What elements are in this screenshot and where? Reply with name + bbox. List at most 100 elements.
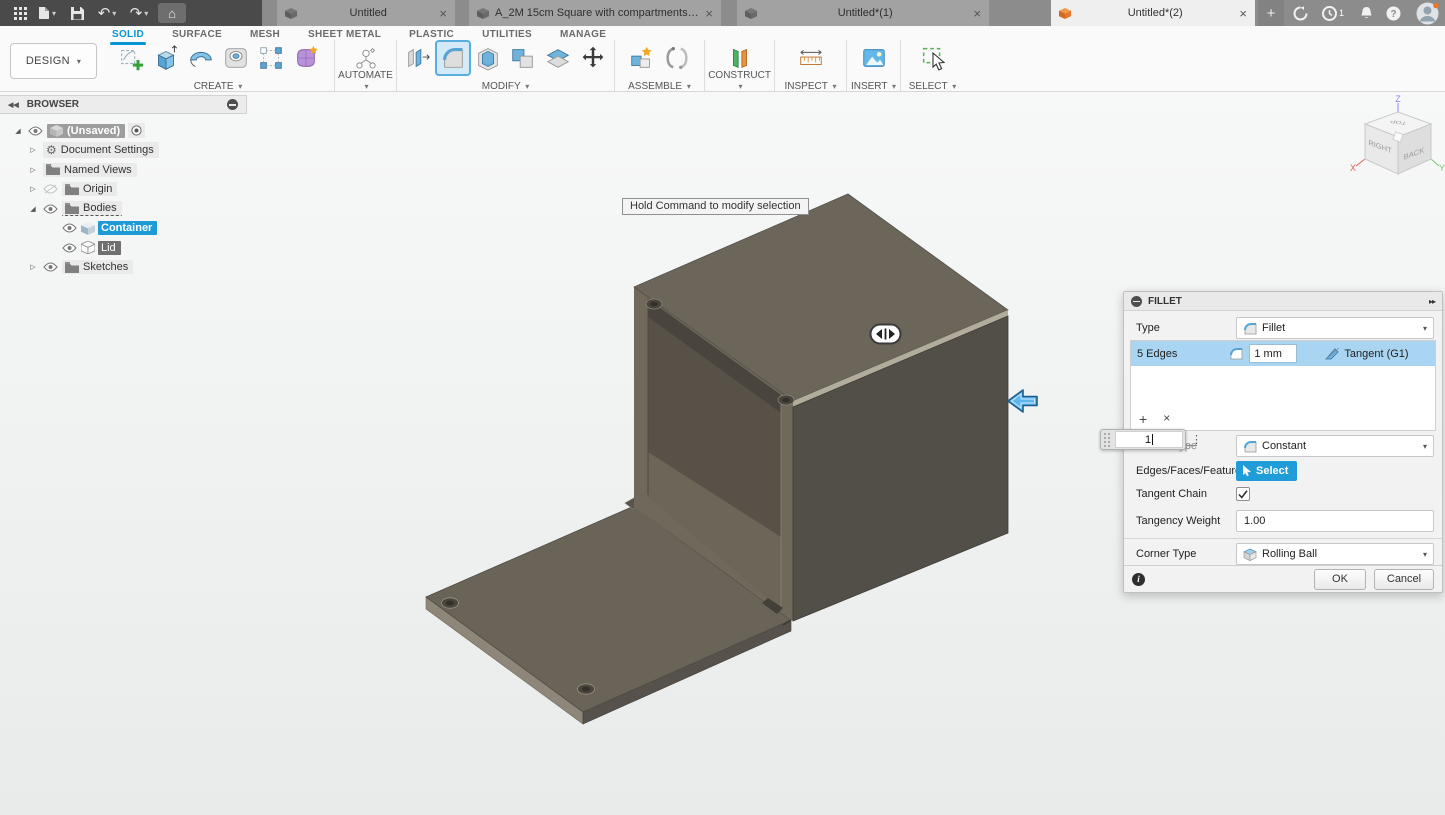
drag-handle-icon[interactable] bbox=[1101, 433, 1113, 447]
group-label-inspect[interactable]: INSPECT ▾ bbox=[775, 81, 846, 92]
ok-button[interactable]: OK bbox=[1314, 569, 1366, 590]
hole-icon[interactable] bbox=[220, 42, 252, 74]
display-settings-icon[interactable] bbox=[227, 99, 238, 110]
job-status-icon[interactable]: 1 bbox=[1316, 0, 1350, 26]
split-body-icon[interactable] bbox=[542, 42, 574, 74]
dock-dialog-icon[interactable]: ▸▸ bbox=[1429, 297, 1435, 306]
group-label-select[interactable]: SELECT ▾ bbox=[901, 81, 964, 92]
dialog-menu-icon[interactable] bbox=[1131, 296, 1142, 307]
tangent-chain-checkbox[interactable] bbox=[1236, 487, 1250, 501]
eye-icon[interactable] bbox=[43, 204, 58, 214]
document-tab-2[interactable]: A_2M 15cm Square with compartments*(1) × bbox=[469, 0, 721, 26]
expand-closed-icon[interactable]: ▷ bbox=[27, 185, 39, 193]
group-label-modify[interactable]: MODIFY ▾ bbox=[397, 81, 614, 92]
fillet-tool-icon[interactable] bbox=[437, 42, 469, 74]
tree-row-lid[interactable]: Lid bbox=[0, 238, 247, 258]
create-sketch-icon[interactable] bbox=[115, 42, 147, 74]
tree-row-document-settings[interactable]: ▷ ⚙ Document Settings bbox=[0, 141, 247, 161]
app-grid-icon[interactable] bbox=[8, 0, 32, 26]
press-pull-icon[interactable] bbox=[402, 42, 434, 74]
group-label-construct[interactable]: CONSTRUCT ▾ bbox=[705, 70, 774, 92]
tree-row-origin[interactable]: ▷ Origin bbox=[0, 180, 247, 200]
document-tab-4-active[interactable]: Untitled*(2) × bbox=[1051, 0, 1255, 26]
save-icon[interactable] bbox=[66, 0, 88, 26]
workspace-switcher[interactable]: DESIGN▾ bbox=[10, 43, 97, 79]
pattern-icon[interactable] bbox=[255, 42, 287, 74]
value-input-field[interactable]: 1 bbox=[1115, 431, 1183, 448]
document-tab-3[interactable]: Untitled*(1) × bbox=[737, 0, 989, 26]
shell-icon[interactable] bbox=[472, 42, 504, 74]
floating-value-input[interactable]: 1 ⋮ bbox=[1100, 429, 1202, 450]
container-screw-hole[interactable] bbox=[778, 395, 794, 405]
extensions-icon[interactable] bbox=[1288, 0, 1312, 26]
fillet-drag-arrow[interactable] bbox=[1006, 387, 1040, 420]
browser-header[interactable]: ◀◀ BROWSER bbox=[0, 95, 247, 114]
info-icon[interactable]: i bbox=[1132, 573, 1145, 586]
redo-icon[interactable]: ↷▾ bbox=[124, 0, 154, 26]
flip-direction-badge-icon[interactable] bbox=[869, 323, 902, 350]
extrude-icon[interactable] bbox=[150, 42, 182, 74]
expand-open-icon[interactable]: ◢ bbox=[27, 205, 39, 213]
close-tab-icon[interactable]: × bbox=[705, 7, 713, 20]
corner-type-dropdown[interactable]: Rolling Ball ▾ bbox=[1236, 543, 1434, 565]
lid-screw-hole[interactable] bbox=[578, 684, 595, 694]
root-document-chip[interactable]: (Unsaved) bbox=[47, 124, 125, 138]
joint-icon[interactable] bbox=[661, 42, 693, 74]
more-options-icon[interactable]: ⋮ bbox=[1191, 433, 1202, 446]
cancel-button[interactable]: Cancel bbox=[1374, 569, 1434, 590]
tree-row-container[interactable]: Container bbox=[0, 219, 247, 239]
eye-icon[interactable] bbox=[43, 262, 58, 272]
close-tab-icon[interactable]: × bbox=[1239, 7, 1247, 20]
body-label-container[interactable]: Container bbox=[98, 221, 157, 235]
help-icon[interactable]: ? bbox=[1381, 0, 1405, 26]
collapse-panel-icon[interactable]: ◀◀ bbox=[8, 101, 19, 109]
select-button[interactable]: Select bbox=[1236, 461, 1297, 481]
notifications-bell-icon[interactable] bbox=[1354, 0, 1378, 26]
create-form-icon[interactable] bbox=[290, 42, 322, 74]
viewport-canvas[interactable]: Hold Command to modify selection ◀◀ BROW… bbox=[0, 92, 1445, 815]
radius-type-dropdown[interactable]: Constant ▾ bbox=[1236, 435, 1434, 457]
new-component-icon[interactable] bbox=[626, 42, 658, 74]
expand-closed-icon[interactable]: ▷ bbox=[27, 166, 39, 174]
undo-icon[interactable]: ↶▾ bbox=[92, 0, 122, 26]
insert-canvas-icon[interactable] bbox=[858, 42, 890, 74]
container-screw-hole[interactable] bbox=[646, 299, 662, 309]
eye-icon[interactable] bbox=[62, 243, 77, 253]
new-tab-button[interactable]: + bbox=[1258, 0, 1284, 26]
expand-closed-icon[interactable]: ▷ bbox=[27, 146, 39, 154]
edge-set-row-selected[interactable]: 5 Edges 1 mm Tangent (G1) bbox=[1131, 341, 1435, 366]
tree-row-bodies[interactable]: ◢ Bodies bbox=[0, 199, 247, 219]
group-label-insert[interactable]: INSERT ▾ bbox=[847, 81, 900, 92]
document-tab-1[interactable]: Untitled × bbox=[277, 0, 455, 26]
body-label-lid[interactable]: Lid bbox=[98, 241, 121, 255]
group-label-assemble[interactable]: ASSEMBLE ▾ bbox=[615, 81, 704, 92]
radius-input[interactable]: 1 mm bbox=[1249, 344, 1297, 363]
expand-open-icon[interactable]: ◢ bbox=[12, 127, 24, 135]
move-copy-icon[interactable] bbox=[577, 42, 609, 74]
eye-icon[interactable] bbox=[62, 223, 77, 233]
remove-edge-set-icon[interactable]: × bbox=[1163, 411, 1170, 427]
close-tab-icon[interactable]: × bbox=[439, 7, 447, 20]
continuity-dropdown[interactable]: Tangent (G1) bbox=[1325, 347, 1408, 360]
group-label-automate[interactable]: AUTOMATE ▾ bbox=[335, 70, 396, 92]
add-edge-set-icon[interactable]: + bbox=[1139, 411, 1147, 427]
eye-hidden-icon[interactable] bbox=[43, 184, 58, 194]
home-button[interactable]: ⌂ bbox=[158, 3, 186, 23]
tree-row-sketches[interactable]: ▷ Sketches bbox=[0, 258, 247, 278]
activate-component-radio[interactable] bbox=[128, 123, 145, 138]
combine-icon[interactable] bbox=[507, 42, 539, 74]
view-cube[interactable]: Z X Y TOP RIGHT BACK bbox=[1346, 94, 1445, 194]
tree-row-root[interactable]: ◢ (Unsaved) bbox=[0, 121, 247, 141]
fillet-dialog-header[interactable]: FILLET ▸▸ bbox=[1124, 292, 1442, 311]
file-menu-icon[interactable]: ▾ bbox=[34, 0, 60, 26]
tree-row-named-views[interactable]: ▷ Named Views bbox=[0, 160, 247, 180]
lid-screw-hole[interactable] bbox=[442, 598, 459, 608]
revolve-icon[interactable] bbox=[185, 42, 217, 74]
eye-icon[interactable] bbox=[28, 126, 43, 136]
tangency-weight-input[interactable]: 1.00 bbox=[1236, 510, 1434, 532]
expand-closed-icon[interactable]: ▷ bbox=[27, 263, 39, 271]
type-dropdown[interactable]: Fillet ▾ bbox=[1236, 317, 1434, 339]
group-label-create[interactable]: CREATE ▾ bbox=[104, 81, 332, 92]
user-avatar[interactable] bbox=[1412, 0, 1442, 26]
close-tab-icon[interactable]: × bbox=[973, 7, 981, 20]
